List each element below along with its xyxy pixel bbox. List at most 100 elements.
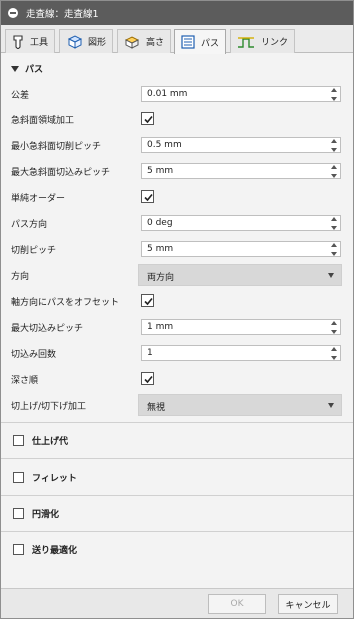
tab-tool[interactable]: 工具 bbox=[5, 29, 56, 53]
tab-tool-label: 工具 bbox=[30, 38, 49, 48]
ok-button[interactable]: OK bbox=[208, 594, 266, 614]
ramp-type-select[interactable]: 無視 bbox=[138, 394, 342, 416]
stepover-input[interactable]: 5 mm bbox=[141, 241, 341, 257]
dropdown-arrow-icon[interactable] bbox=[328, 403, 334, 408]
min-steep-stepover-value: 0.5 mm bbox=[147, 140, 182, 150]
max-stepdown-label: 最大切込みピッチ bbox=[11, 324, 84, 334]
axial-offset-checkbox[interactable] bbox=[141, 294, 154, 307]
max-stepdown-stepper[interactable] bbox=[330, 321, 338, 334]
max-steep-stepdown-input[interactable]: 5 mm bbox=[141, 163, 341, 179]
checkmark-icon bbox=[144, 115, 153, 124]
stepover-label: 切削ピッチ bbox=[11, 246, 57, 256]
geometry-icon bbox=[67, 34, 82, 49]
stepdowns-input[interactable]: 1 bbox=[141, 345, 341, 361]
max-steep-stepdown-stepper[interactable] bbox=[330, 165, 338, 178]
checkmark-icon bbox=[144, 297, 153, 306]
spin-up-icon[interactable] bbox=[331, 88, 337, 92]
spin-down-icon[interactable] bbox=[331, 330, 337, 334]
row-stepdowns: 切込み回数 1 bbox=[11, 345, 341, 361]
divider bbox=[1, 495, 353, 496]
row-axial-offset: 軸方向にパスをオフセット bbox=[11, 293, 341, 309]
group-feed-optimization[interactable]: 送り最適化 bbox=[13, 543, 77, 556]
section-title: パス bbox=[25, 65, 44, 75]
collapse-icon[interactable] bbox=[8, 8, 18, 18]
spin-down-icon[interactable] bbox=[331, 226, 337, 230]
spin-up-icon[interactable] bbox=[331, 165, 337, 169]
row-min-steep-stepover: 最小急斜面切削ピッチ 0.5 mm bbox=[11, 137, 341, 153]
tolerance-label: 公差 bbox=[11, 91, 30, 101]
tab-heights[interactable]: 高さ bbox=[117, 29, 172, 53]
direction-label: 方向 bbox=[11, 272, 30, 282]
max-stepdown-input[interactable]: 1 mm bbox=[141, 319, 341, 335]
dialog-window: 走査線：走査線1 工具 図形 高さ パス リンク パス 公差 0.01 mm 急… bbox=[0, 0, 354, 619]
max-steep-stepdown-label: 最大急斜面切込みピッチ bbox=[11, 168, 111, 178]
group-label: 円滑化 bbox=[32, 510, 60, 520]
steep-machining-checkbox[interactable] bbox=[141, 112, 154, 125]
min-steep-stepover-input[interactable]: 0.5 mm bbox=[141, 137, 341, 153]
ramp-type-label: 切上げ/切下げ加工 bbox=[11, 402, 87, 412]
spin-up-icon[interactable] bbox=[331, 243, 337, 247]
divider bbox=[1, 422, 353, 423]
cancel-button[interactable]: キャンセル bbox=[278, 594, 338, 614]
depth-first-checkbox[interactable] bbox=[141, 372, 154, 385]
pass-direction-input[interactable]: 0 deg bbox=[141, 215, 341, 231]
min-steep-stepover-stepper[interactable] bbox=[330, 139, 338, 152]
spin-down-icon[interactable] bbox=[331, 148, 337, 152]
passes-panel: パス 公差 0.01 mm 急斜面領域加工 最小急斜面切削ピッチ 0.5 mm bbox=[1, 54, 353, 588]
spin-down-icon[interactable] bbox=[331, 252, 337, 256]
row-ramp-type: 切上げ/切下げ加工 無視 bbox=[11, 394, 342, 416]
group-label: 送り最適化 bbox=[32, 546, 78, 556]
spin-up-icon[interactable] bbox=[331, 217, 337, 221]
row-pass-direction: パス方向 0 deg bbox=[11, 215, 341, 231]
group-stock-to-leave[interactable]: 仕上げ代 bbox=[13, 434, 68, 447]
group-label: フィレット bbox=[32, 474, 77, 484]
row-max-stepdown: 最大切込みピッチ 1 mm bbox=[11, 319, 341, 335]
stepdowns-value: 1 bbox=[147, 348, 153, 358]
stepdowns-stepper[interactable] bbox=[330, 347, 338, 360]
group-fillets[interactable]: フィレット bbox=[13, 471, 77, 484]
group-smoothing[interactable]: 円滑化 bbox=[13, 507, 59, 520]
fillets-checkbox[interactable] bbox=[13, 472, 24, 483]
spin-down-icon[interactable] bbox=[331, 174, 337, 178]
collapse-triangle-icon[interactable] bbox=[11, 65, 19, 72]
dialog-title: 走査線：走査線1 bbox=[26, 9, 99, 20]
spin-up-icon[interactable] bbox=[331, 321, 337, 325]
title-bar[interactable]: 走査線：走査線1 bbox=[1, 1, 353, 25]
group-label: 仕上げ代 bbox=[32, 437, 69, 447]
smoothing-checkbox[interactable] bbox=[13, 508, 24, 519]
tab-geometry[interactable]: 図形 bbox=[59, 29, 114, 53]
max-steep-stepdown-value: 5 mm bbox=[147, 166, 174, 176]
tab-bar: 工具 図形 高さ パス リンク bbox=[1, 25, 353, 54]
axial-offset-label: 軸方向にパスをオフセット bbox=[11, 298, 120, 308]
ramp-type-value: 無視 bbox=[147, 403, 166, 413]
tab-passes[interactable]: パス bbox=[174, 29, 227, 54]
tolerance-stepper[interactable] bbox=[330, 88, 338, 101]
spin-up-icon[interactable] bbox=[331, 347, 337, 351]
direction-select[interactable]: 両方向 bbox=[138, 264, 342, 286]
checkmark-icon bbox=[144, 375, 153, 384]
passes-icon bbox=[181, 35, 195, 49]
passes-section-header[interactable]: パス bbox=[11, 62, 43, 75]
tab-linking[interactable]: リンク bbox=[230, 29, 296, 53]
stepover-stepper[interactable] bbox=[330, 243, 338, 256]
spin-down-icon[interactable] bbox=[331, 356, 337, 360]
dialog-footer: OK キャンセル bbox=[1, 588, 353, 618]
tolerance-input[interactable]: 0.01 mm bbox=[141, 86, 341, 102]
spin-up-icon[interactable] bbox=[331, 139, 337, 143]
min-steep-stepover-label: 最小急斜面切削ピッチ bbox=[11, 142, 102, 152]
stock-to-leave-checkbox[interactable] bbox=[13, 435, 24, 446]
pass-direction-value: 0 deg bbox=[147, 218, 173, 228]
dropdown-arrow-icon[interactable] bbox=[328, 273, 334, 278]
stepdowns-label: 切込み回数 bbox=[11, 350, 57, 360]
direction-value: 両方向 bbox=[147, 273, 175, 283]
feed-optimization-checkbox[interactable] bbox=[13, 544, 24, 555]
tab-heights-label: 高さ bbox=[146, 38, 165, 48]
pass-direction-stepper[interactable] bbox=[330, 217, 338, 230]
steep-machining-label: 急斜面領域加工 bbox=[11, 116, 75, 126]
max-stepdown-value: 1 mm bbox=[147, 322, 174, 332]
stepover-value: 5 mm bbox=[147, 244, 174, 254]
linking-icon bbox=[238, 36, 254, 48]
row-steep-machining: 急斜面領域加工 bbox=[11, 111, 341, 127]
one-way-checkbox[interactable] bbox=[141, 190, 154, 203]
spin-down-icon[interactable] bbox=[331, 97, 337, 101]
